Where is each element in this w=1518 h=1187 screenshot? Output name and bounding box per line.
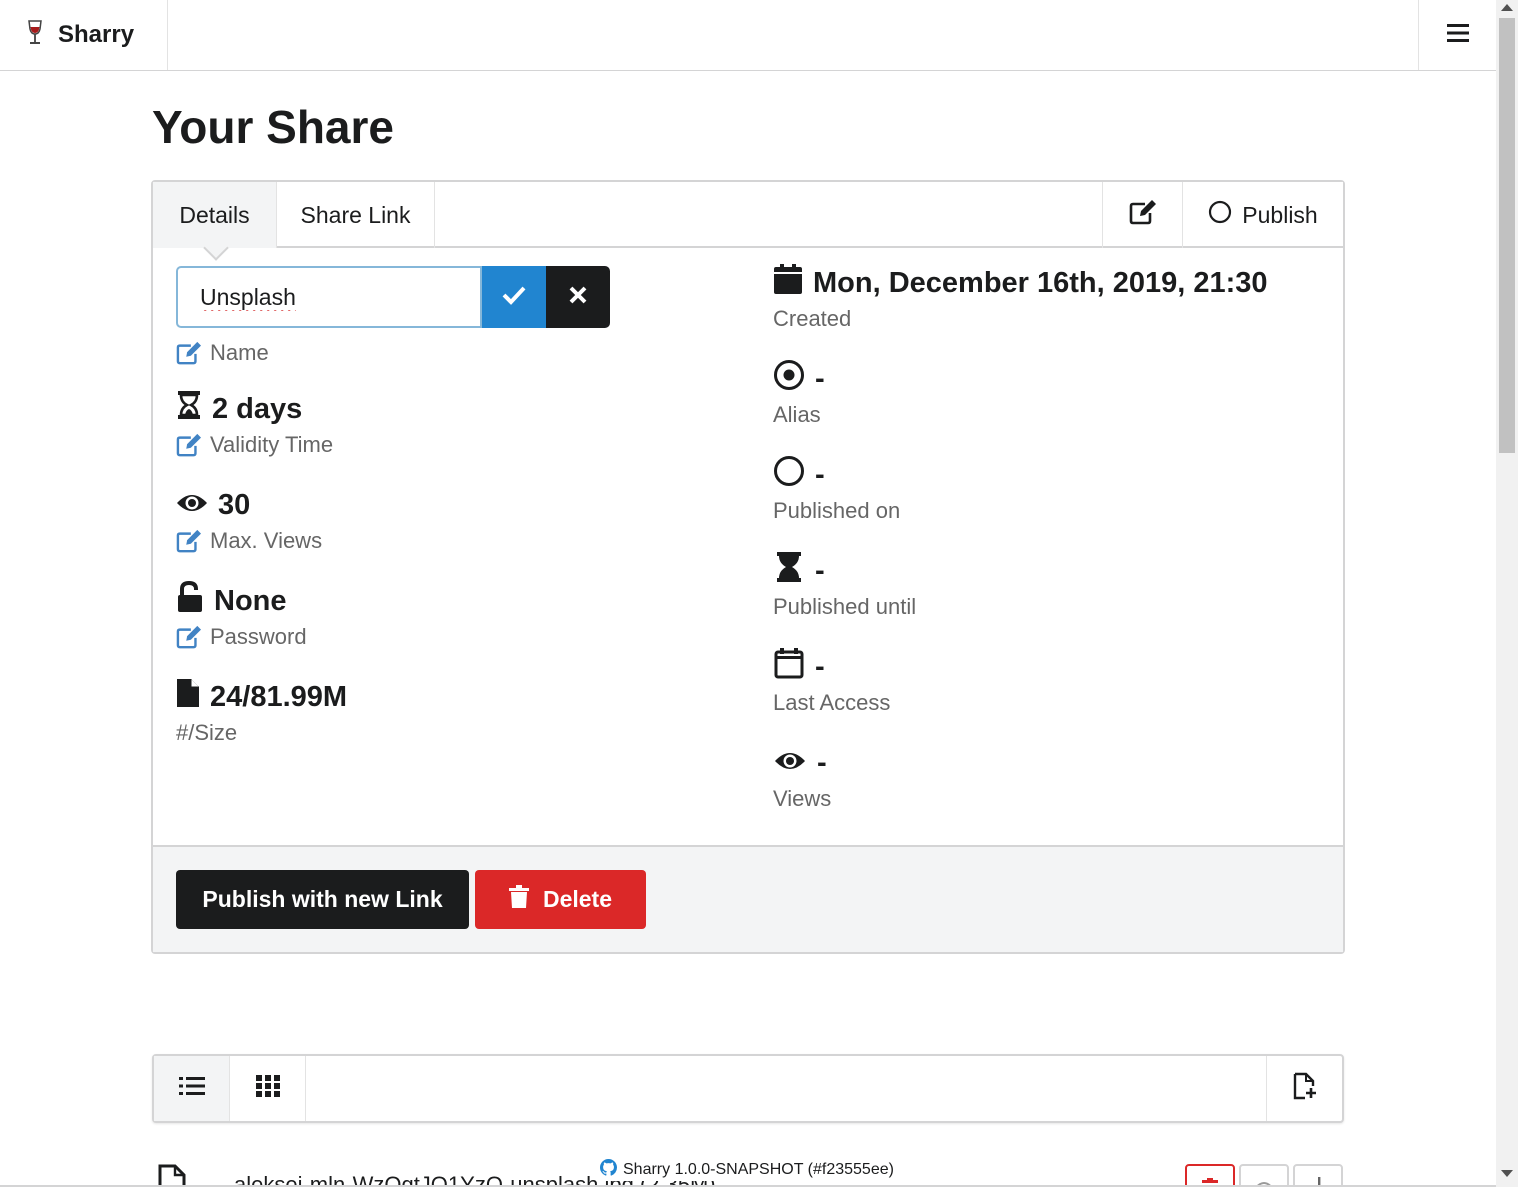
created-field: Mon, December 16th, 2019, 21:30 Created — [773, 264, 1268, 332]
share-card: Details Share Link Publish Unsplash Name… — [151, 180, 1345, 954]
wine-glass-icon — [26, 19, 44, 51]
circle-outline-icon — [1208, 200, 1232, 230]
alias-label: Alias — [773, 402, 821, 427]
vertical-scrollbar[interactable] — [1496, 0, 1518, 1187]
name-input[interactable] — [176, 266, 482, 328]
share-tabs: Details Share Link Publish — [153, 182, 1343, 248]
published-on-field: - Published on — [773, 456, 900, 524]
scroll-up-arrow-icon[interactable] — [1501, 4, 1513, 11]
edit-name-icon[interactable] — [176, 341, 202, 365]
hourglass-icon — [176, 390, 202, 428]
published-on-value: - — [815, 458, 825, 491]
hourglass-end-icon — [773, 551, 805, 591]
created-value: Mon, December 16th, 2019, 21:30 — [813, 266, 1268, 299]
size-label: #/Size — [176, 720, 238, 745]
tab-details[interactable]: Details — [153, 182, 277, 248]
name-label: Name — [210, 340, 269, 365]
last-access-field: - Last Access — [773, 648, 890, 716]
views-value: - — [817, 746, 827, 779]
footer-version: Sharry 1.0.0-SNAPSHOT (#f23555ee) — [623, 1161, 894, 1178]
circle-outline-icon — [773, 455, 805, 495]
calendar-outline-icon — [773, 647, 805, 687]
unlock-icon — [176, 580, 204, 621]
delete-label: Delete — [542, 886, 613, 912]
share-actions: Publish with new Link Delete — [153, 845, 1343, 952]
views-label: Views — [773, 786, 832, 811]
size-field: 24/81.99M #/Size — [176, 678, 347, 746]
cancel-name-button[interactable] — [546, 266, 610, 328]
delete-share-button[interactable]: Delete — [475, 870, 646, 929]
max-views-value: 30 — [218, 488, 251, 521]
validity-label: Validity Time — [210, 432, 334, 457]
list-view-button[interactable] — [154, 1056, 230, 1121]
password-field: None Password — [176, 580, 307, 650]
hamburger-menu-button[interactable] — [1418, 0, 1496, 70]
last-access-value: - — [815, 650, 825, 683]
brand-link[interactable]: Sharry — [0, 0, 168, 70]
list-icon — [178, 1076, 205, 1101]
calendar-icon — [773, 263, 803, 303]
published-until-value: - — [815, 554, 825, 587]
created-label: Created — [773, 306, 852, 331]
grid-icon — [255, 1075, 280, 1102]
confirm-name-button[interactable] — [482, 266, 546, 328]
edit-icon — [1129, 199, 1157, 231]
footer: Sharry 1.0.0-SNAPSHOT (#f23555ee) — [600, 1159, 898, 1181]
edit-share-button[interactable] — [1102, 182, 1182, 248]
grid-view-button[interactable] — [230, 1056, 306, 1121]
publish-label: Publish — [1242, 201, 1318, 228]
last-access-label: Last Access — [773, 690, 891, 715]
name-edit-row — [176, 266, 610, 330]
eye-icon — [773, 747, 807, 780]
scroll-down-arrow-icon[interactable] — [1501, 1170, 1513, 1177]
alias-value: - — [815, 362, 825, 395]
alias-field: - Alias — [773, 360, 825, 428]
password-label: Password — [210, 624, 307, 649]
github-icon[interactable] — [600, 1159, 617, 1181]
published-until-field: - Published until — [773, 552, 916, 620]
published-until-label: Published until — [773, 594, 917, 619]
delete-file-button[interactable] — [1185, 1164, 1235, 1187]
edit-password-icon[interactable] — [176, 625, 202, 649]
name-field: Name — [176, 340, 269, 366]
publish-with-new-link-button[interactable]: Publish with new Link — [176, 870, 469, 929]
validity-field: 2 days Validity Time — [176, 390, 333, 458]
tab-share-link[interactable]: Share Link — [277, 182, 435, 248]
file-icon — [176, 678, 200, 716]
preview-file-button[interactable] — [1239, 1164, 1289, 1187]
brand-name: Sharry — [58, 21, 135, 48]
edit-validity-icon[interactable] — [176, 433, 202, 457]
scroll-thumb[interactable] — [1499, 18, 1515, 453]
eye-icon — [176, 489, 208, 522]
checkmark-icon — [502, 285, 526, 310]
size-value: 24/81.99M — [210, 680, 348, 713]
validity-value: 2 days — [212, 392, 303, 425]
close-icon — [569, 286, 587, 309]
file-toolbar — [152, 1054, 1344, 1123]
trash-icon — [508, 884, 529, 915]
add-file-icon — [1293, 1072, 1317, 1105]
publish-toggle[interactable]: Publish — [1182, 182, 1343, 248]
published-on-label: Published on — [773, 498, 901, 523]
views-field: - Views — [773, 744, 831, 812]
add-file-button[interactable] — [1266, 1056, 1342, 1121]
expand-file-button[interactable] — [1293, 1164, 1343, 1187]
top-bar: Sharry — [0, 0, 1496, 71]
edit-max-views-icon[interactable] — [176, 529, 202, 553]
hamburger-menu-icon — [1446, 23, 1469, 48]
max-views-field: 30 Max. Views — [176, 486, 322, 554]
max-views-label: Max. Views — [210, 528, 323, 553]
page-title: Your Share — [152, 101, 394, 153]
password-value: None — [214, 584, 287, 617]
dot-circle-icon — [773, 359, 805, 399]
file-image-icon — [158, 1164, 186, 1187]
